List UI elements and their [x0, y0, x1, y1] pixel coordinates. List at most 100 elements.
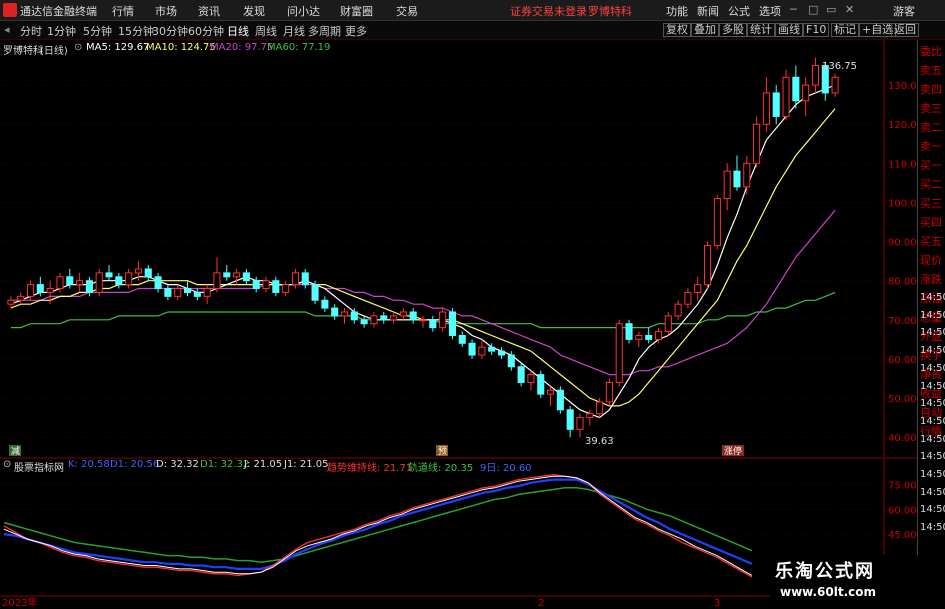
candle-body [125, 272, 133, 286]
sidebar-item[interactable]: 买一 [920, 160, 945, 172]
candle-body [802, 84, 810, 102]
button-f10[interactable]: F10 [803, 23, 830, 37]
candle-body [694, 284, 702, 293]
button-stats[interactable]: 统计 [747, 23, 775, 37]
candle-body [713, 198, 721, 246]
candle-body [586, 413, 594, 419]
tab-daily[interactable]: 日线 [227, 23, 249, 39]
stock-name-title: 罗博特科 [588, 5, 632, 18]
tab-multi-period[interactable]: 多周期 [308, 23, 341, 39]
price-tick: 40.00 [888, 433, 917, 444]
candle-body [105, 272, 113, 278]
sidebar-item[interactable]: 卖四 [920, 84, 945, 96]
tab-monthly[interactable]: 月线 [283, 23, 305, 39]
sidebar-item[interactable]: 14:50 [920, 451, 945, 463]
sidebar-item[interactable]: 14:50 [920, 363, 945, 375]
restore-icon[interactable]: ▭ [826, 3, 836, 16]
menu-function[interactable]: 功能 [666, 3, 688, 19]
menu-discover[interactable]: 发现 [243, 3, 265, 19]
sidebar-item[interactable]: 卖三 [920, 103, 945, 115]
button-overlay[interactable]: 叠加 [691, 23, 719, 37]
sidebar-item[interactable]: 委比 [920, 46, 945, 58]
sidebar-item[interactable]: 14:50 [920, 292, 945, 304]
indicator-settings-icon[interactable]: ⊙ [3, 459, 11, 470]
prev-arrow-icon[interactable]: ◂ [4, 23, 10, 36]
indicator-name[interactable]: 股票指标网 [14, 459, 64, 474]
event-tag-1[interactable]: 减 [11, 445, 20, 457]
event-tag-3[interactable]: 涨停 [724, 445, 742, 457]
chart-area[interactable]: 130.00 120.00 110.00 100.00 90.00 80.00 70.00 6… [0, 40, 917, 609]
sidebar-item[interactable]: 14:50 [920, 398, 945, 410]
button-draw[interactable]: 画线 [775, 23, 803, 37]
tab-more[interactable]: 更多 [345, 23, 367, 39]
maximize-icon[interactable]: □ [808, 3, 818, 16]
settings-icon[interactable]: ⊙ [74, 42, 82, 53]
login-warning[interactable]: 证券交易未登录 [510, 3, 587, 19]
menu-wealth[interactable]: 财富圈 [340, 3, 373, 19]
tab-30min[interactable]: 30分钟 [152, 23, 188, 39]
sidebar-item[interactable]: 卖二 [920, 122, 945, 134]
sidebar-item[interactable]: 14:50 [920, 381, 945, 393]
sidebar-item[interactable]: 14:50 [920, 487, 945, 499]
candle-body [26, 284, 35, 297]
sidebar-item[interactable]: 14:50 [920, 469, 945, 481]
tab-15min[interactable]: 15分钟 [118, 23, 154, 39]
sidebar-item[interactable]: 现价 [920, 255, 945, 267]
price-tick: 110.00 [888, 159, 917, 170]
tab-5min[interactable]: 5分钟 [83, 23, 112, 39]
guest-label[interactable]: 游客 [893, 3, 915, 19]
menu-news-right[interactable]: 新闻 [697, 3, 719, 19]
menu-formula[interactable]: 公式 [728, 3, 750, 19]
candle-body [497, 350, 506, 356]
candle-body [831, 76, 839, 94]
candle-body [282, 284, 290, 293]
sidebar-item[interactable]: 14:50 [920, 416, 945, 428]
sidebar-item[interactable]: 买三 [920, 198, 945, 210]
button-adjust[interactable]: 复权 [663, 23, 691, 37]
candle-body [399, 311, 407, 317]
candle-body [409, 311, 417, 321]
candle-body [674, 303, 682, 317]
close-icon[interactable]: ✕ [845, 3, 854, 16]
sidebar-item[interactable]: 14:50 [920, 345, 945, 357]
menu-xiaoda[interactable]: 问小达 [287, 3, 320, 19]
candle-body [419, 319, 427, 322]
date-label-mar: 3 [714, 598, 720, 609]
sidebar-item[interactable]: 14:50 [920, 434, 945, 446]
candle-body [213, 272, 221, 290]
candle-body [291, 272, 299, 286]
tab-1min[interactable]: 1分钟 [47, 23, 76, 39]
minimize-icon[interactable]: ─ [790, 3, 797, 16]
menu-market[interactable]: 市场 [155, 3, 177, 19]
sidebar-item[interactable]: 14:50 [920, 310, 945, 322]
menu-trade[interactable]: 交易 [396, 3, 418, 19]
menu-news[interactable]: 资讯 [198, 3, 220, 19]
sidebar-item[interactable]: 买四 [920, 217, 945, 229]
app-title: 通达信金融终端 [20, 5, 97, 18]
sidebar-item[interactable]: 买二 [920, 179, 945, 191]
ind-d: D: 32.32 [156, 459, 199, 470]
candle-body [85, 280, 93, 293]
candle-body [56, 276, 64, 290]
sidebar-item[interactable]: 14:50 [920, 327, 945, 339]
candle-body [733, 170, 741, 188]
button-back[interactable]: 返回 [891, 23, 919, 37]
tab-weekly[interactable]: 周线 [255, 23, 277, 39]
sidebar-item[interactable]: 14:50 [920, 522, 945, 534]
tab-60min[interactable]: 60分钟 [188, 23, 224, 39]
menu-options[interactable]: 选项 [759, 3, 781, 19]
candlesticks [7, 57, 839, 438]
sidebar-item[interactable]: 卖五 [920, 65, 945, 77]
candle-body [458, 334, 466, 344]
candle-body [753, 123, 761, 164]
event-tag-2[interactable]: 预 [438, 446, 447, 457]
sidebar-item[interactable]: 卖一 [920, 141, 945, 153]
sidebar-item[interactable]: 买五 [920, 236, 945, 248]
candle-body [360, 319, 368, 325]
sidebar-item[interactable]: 涨跌 [920, 274, 945, 286]
menu-quote[interactable]: 行情 [112, 3, 134, 19]
tab-timeshare[interactable]: 分时 [20, 23, 42, 39]
button-mark[interactable]: 标记 [831, 23, 859, 37]
sidebar-item[interactable]: 14:50 [920, 504, 945, 516]
button-multi-stock[interactable]: 多股 [719, 23, 747, 37]
